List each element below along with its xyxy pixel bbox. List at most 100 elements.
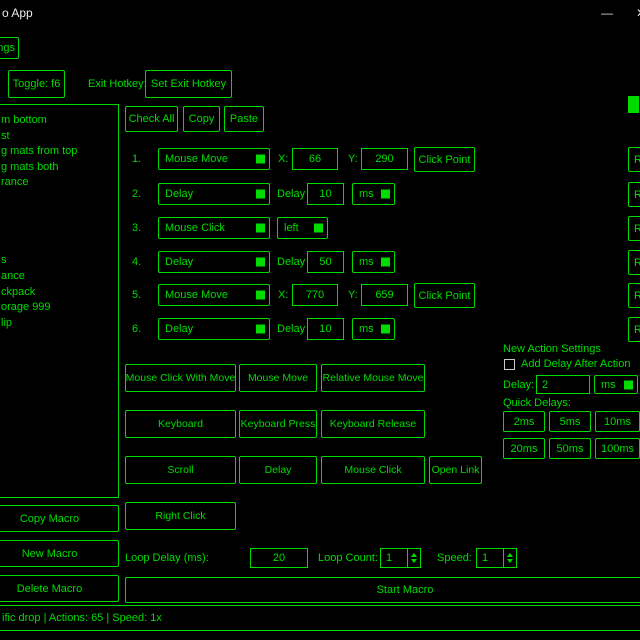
remove-action-button[interactable]: R (628, 317, 640, 342)
click-point-button[interactable]: Click Point (414, 283, 475, 308)
add-delay-button[interactable]: Delay (239, 456, 317, 484)
y-input[interactable]: 659 (361, 284, 408, 306)
action-type-dropdown[interactable]: Delay (158, 251, 270, 273)
dropdown-indicator-icon (256, 258, 265, 267)
action-type-value: Mouse Click (165, 222, 225, 234)
loop-delay-input[interactable]: 20 (250, 548, 308, 568)
delete-macro-button[interactable]: Delete Macro (0, 575, 119, 602)
remove-action-button[interactable]: R (628, 250, 640, 275)
delay-input[interactable]: 50 (307, 251, 344, 273)
menu-settings-button[interactable]: ngs (0, 37, 19, 59)
action-type-value: Delay (165, 256, 193, 268)
action-type-dropdown[interactable]: Delay (158, 318, 270, 340)
minimize-button[interactable]: — (592, 0, 622, 26)
quick-delay-10ms-button[interactable]: 10ms (595, 411, 640, 432)
copy-actions-button[interactable]: Copy (183, 106, 220, 132)
x-input[interactable]: 770 (292, 284, 338, 306)
add-mouse-move-button[interactable]: Mouse Move (239, 364, 317, 392)
macro-list-item[interactable]: ckpack (1, 285, 118, 301)
check-all-button[interactable]: Check All (125, 106, 178, 132)
quick-delay-20ms-button[interactable]: 20ms (503, 438, 545, 459)
macro-list-item[interactable]: m bottom (1, 113, 118, 129)
macro-list-item[interactable]: rance (1, 175, 118, 191)
add-mouse-click-button[interactable]: Mouse Click (321, 456, 425, 484)
delay-input[interactable]: 10 (307, 318, 344, 340)
delay-unit-dropdown[interactable]: ms (352, 318, 395, 340)
spinner-up-icon[interactable] (507, 553, 513, 557)
remove-action-button[interactable]: R (628, 182, 640, 207)
copy-macro-button[interactable]: Copy Macro (0, 505, 119, 532)
speed-label: Speed: (437, 552, 472, 564)
y-input[interactable]: 290 (361, 148, 408, 170)
add-relative-mouse-move-button[interactable]: Relative Mouse Move (321, 364, 425, 392)
add-mouse-click-with-move-button[interactable]: Mouse Click With Move (125, 364, 236, 392)
new-action-delay-input[interactable]: 2 (536, 375, 590, 394)
macro-list-item[interactable]: g mats both (1, 160, 118, 176)
macro-list-item[interactable] (1, 207, 118, 223)
window-title: o App (2, 6, 33, 20)
action-type-dropdown[interactable]: Mouse Move (158, 148, 270, 170)
delay-input[interactable]: 10 (307, 183, 344, 205)
remove-action-button[interactable]: R (628, 216, 640, 241)
action-type-dropdown[interactable]: Mouse Click (158, 217, 270, 239)
mouse-button-value: left (284, 222, 299, 234)
action-row-number: 4. (132, 256, 141, 268)
scrollbar-thumb[interactable] (628, 96, 639, 113)
macro-list-item[interactable]: lip (1, 316, 118, 332)
spinner-down-icon[interactable] (507, 559, 513, 563)
new-macro-button[interactable]: New Macro (0, 540, 119, 567)
macro-list-item[interactable] (1, 191, 118, 207)
action-type-value: Delay (165, 323, 193, 335)
quick-delay-5ms-button[interactable]: 5ms (549, 411, 591, 432)
remove-action-button[interactable]: R (628, 147, 640, 172)
add-keyboard-button[interactable]: Keyboard (125, 410, 236, 438)
action-type-dropdown[interactable]: Mouse Move (158, 284, 270, 306)
macro-list-item[interactable]: orage 999 (1, 300, 118, 316)
macro-list-item[interactable]: st (1, 129, 118, 145)
close-button[interactable]: ✕ (626, 0, 640, 26)
dropdown-indicator-icon (381, 190, 390, 199)
add-right-click-button[interactable]: Right Click (125, 502, 236, 530)
delay-unit-dropdown[interactable]: ms (352, 251, 395, 273)
dropdown-indicator-icon (256, 155, 265, 164)
start-macro-button[interactable]: Start Macro (125, 577, 640, 603)
quick-delay-2ms-button[interactable]: 2ms (503, 411, 545, 432)
action-type-dropdown[interactable]: Delay (158, 183, 270, 205)
action-type-value: Mouse Move (165, 153, 228, 165)
click-point-button[interactable]: Click Point (414, 147, 475, 172)
action-row-number: 5. (132, 289, 141, 301)
add-scroll-button[interactable]: Scroll (125, 456, 236, 484)
spinner-down-icon[interactable] (411, 559, 417, 563)
quick-delay-50ms-button[interactable]: 50ms (549, 438, 591, 459)
new-action-delay-label: Delay: (503, 379, 534, 391)
macro-list-item[interactable]: ance (1, 269, 118, 285)
mouse-button-dropdown[interactable]: left (277, 217, 328, 239)
macro-list-item[interactable]: g mats from top (1, 144, 118, 160)
add-delay-after-action-checkbox[interactable] (504, 359, 515, 370)
delay-unit-value: ms (359, 188, 374, 200)
macro-list-item[interactable] (1, 222, 118, 238)
set-exit-hotkey-button[interactable]: Set Exit Hotkey (145, 70, 232, 98)
delay-label: Delay (277, 188, 305, 200)
spinner-arrows (503, 549, 516, 567)
paste-actions-button[interactable]: Paste (224, 106, 264, 132)
macro-list-item[interactable] (1, 238, 118, 254)
new-action-settings-title: New Action Settings (503, 343, 601, 355)
add-open-link-button[interactable]: Open Link (429, 456, 482, 484)
macro-list-item[interactable]: s (1, 253, 118, 269)
x-input[interactable]: 66 (292, 148, 338, 170)
loop-count-spinner[interactable]: 1 (380, 548, 421, 568)
delay-unit-value: ms (359, 256, 374, 268)
remove-action-button[interactable]: R (628, 283, 640, 308)
dropdown-indicator-icon (256, 190, 265, 199)
add-keyboard-press-button[interactable]: Keyboard Press (239, 410, 317, 438)
new-action-delay-unit-dropdown[interactable]: ms (594, 375, 638, 394)
toggle-hotkey-button[interactable]: Toggle: f6 (8, 70, 65, 98)
dropdown-indicator-icon (256, 291, 265, 300)
speed-spinner[interactable]: 1 (476, 548, 517, 568)
spinner-up-icon[interactable] (411, 553, 417, 557)
dropdown-indicator-icon (314, 224, 323, 233)
add-keyboard-release-button[interactable]: Keyboard Release (321, 410, 425, 438)
quick-delay-100ms-button[interactable]: 100ms (595, 438, 640, 459)
delay-unit-dropdown[interactable]: ms (352, 183, 395, 205)
